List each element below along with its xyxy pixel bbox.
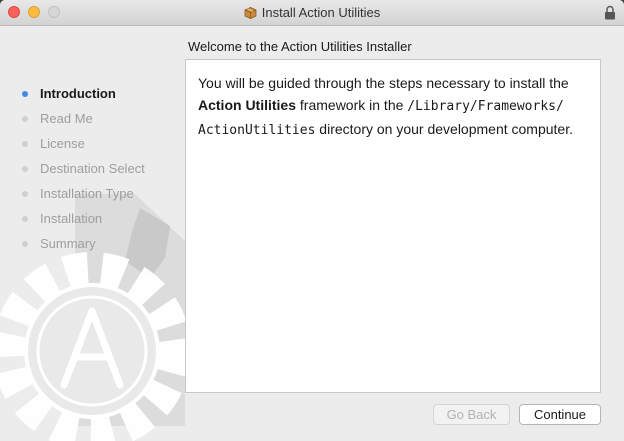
step-label: Installation Type: [40, 186, 134, 201]
step-dot: [22, 115, 28, 122]
intro-text: You will be guided through the steps nec…: [198, 72, 594, 142]
step-summary: Summary: [22, 231, 145, 256]
continue-button[interactable]: Continue: [519, 404, 601, 425]
step-label: Installation: [40, 211, 103, 226]
step-label: License: [40, 136, 85, 151]
install-path-1: /Library/Frameworks/: [407, 99, 564, 114]
framework-name: Action Utilities: [198, 97, 297, 113]
step-introduction: Introduction: [22, 81, 145, 106]
package-icon: [244, 7, 257, 19]
go-back-button[interactable]: Go Back: [433, 404, 510, 425]
intro-text-part1: You will be guided through the steps nec…: [198, 75, 569, 91]
lock-icon[interactable]: [604, 5, 616, 20]
step-dot: [22, 140, 28, 147]
step-license: License: [22, 131, 145, 156]
content-panel: You will be guided through the steps nec…: [185, 59, 601, 393]
title-bar[interactable]: Install Action Utilities: [0, 0, 624, 26]
step-read-me: Read Me: [22, 106, 145, 131]
step-label: Introduction: [40, 86, 116, 101]
step-label: Destination Select: [40, 161, 145, 176]
step-dot: [22, 240, 28, 247]
step-dot: [22, 165, 28, 172]
active-step-dot: [22, 90, 28, 97]
window-title: Install Action Utilities: [261, 5, 381, 20]
window-title-wrap: Install Action Utilities: [0, 0, 624, 25]
step-label: Summary: [40, 236, 96, 251]
step-dot: [22, 215, 28, 222]
step-installation: Installation: [22, 206, 145, 231]
installer-steps: Introduction Read Me License Destination…: [22, 81, 145, 256]
step-installation-type: Installation Type: [22, 181, 145, 206]
step-dot: [22, 190, 28, 197]
intro-text-part2: framework in the: [296, 97, 408, 113]
step-destination-select: Destination Select: [22, 156, 145, 181]
intro-text-part3: directory on your development computer.: [315, 121, 573, 137]
step-label: Read Me: [40, 111, 93, 126]
page-heading: Welcome to the Action Utilities Installe…: [188, 39, 412, 54]
install-path-2: ActionUtilities: [198, 123, 316, 138]
installer-window: Install Action Utilities Introduction Re…: [0, 0, 624, 441]
